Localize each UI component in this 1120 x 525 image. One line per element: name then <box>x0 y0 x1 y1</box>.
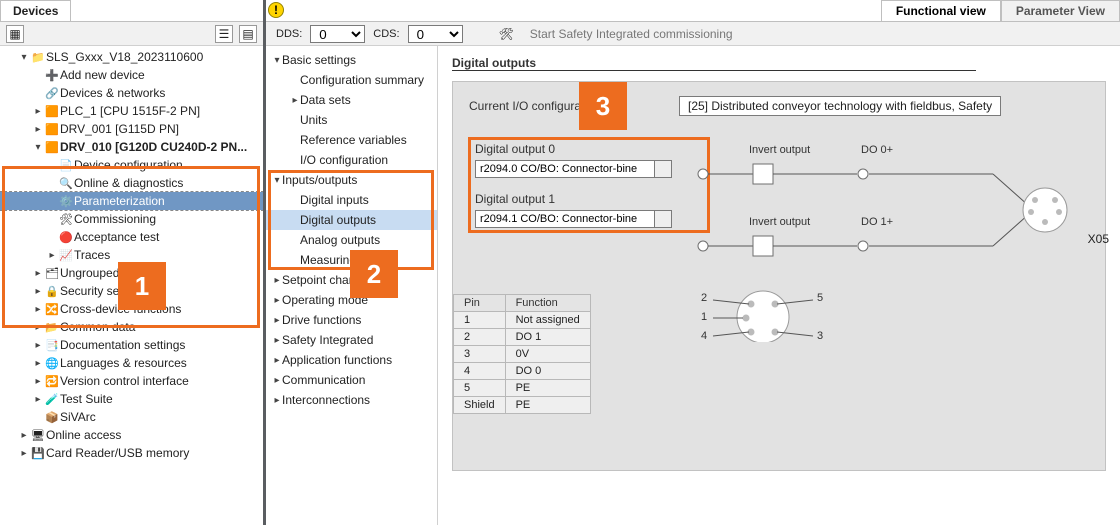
tree-item[interactable]: ▸🔀Cross-device functions <box>0 300 263 318</box>
editor-canvas: 3 Current I/O configuration [25] Distrib… <box>452 81 1106 471</box>
table-row: 4DO 0 <box>454 363 591 380</box>
dds-label: DDS: <box>276 28 302 40</box>
tab-functional-view[interactable]: Functional view <box>881 0 1001 21</box>
nav-item[interactable]: I/O configuration <box>266 150 437 170</box>
nav-group[interactable]: ▾Inputs/outputs <box>266 170 437 190</box>
table-header: Pin <box>454 295 506 312</box>
tree-item[interactable]: ▸📈Traces <box>0 246 263 264</box>
current-io-row: Current I/O configuration [25] Distribut… <box>469 96 1089 116</box>
tree-item[interactable]: ▸🔒Security settings <box>0 282 263 300</box>
wrench-icon: 🛠 <box>499 27 514 41</box>
cds-select[interactable]: 0 <box>408 25 463 43</box>
do1-title: Digital output 1 <box>475 192 703 206</box>
tree-item[interactable]: 🔍Online & diagnostics <box>0 174 263 192</box>
nav-item[interactable]: Configuration summary <box>266 70 437 90</box>
editor-panel: ! Functional view Parameter View DDS: 0 … <box>266 0 1120 525</box>
do1-source-picker-button[interactable] <box>654 210 672 228</box>
start-safety-button[interactable]: Start Safety Integrated commissioning <box>530 27 733 41</box>
pin1-label: 1 <box>701 311 707 323</box>
nav-group[interactable]: ▸Operating mode <box>266 290 437 310</box>
tree-item[interactable]: ▸🧪Test Suite <box>0 390 263 408</box>
tree-item[interactable]: ▸🟧DRV_001 [G115D PN] <box>0 120 263 138</box>
nav-group[interactable]: ▸Safety Integrated <box>266 330 437 350</box>
tree-item[interactable]: ▸🌐Languages & resources <box>0 354 263 372</box>
tree-item[interactable]: ▸🟧PLC_1 [CPU 1515F-2 PN] <box>0 102 263 120</box>
cds-label: CDS: <box>373 28 399 40</box>
tab-parameter-view[interactable]: Parameter View <box>1001 0 1120 21</box>
nav-group[interactable]: ▸Interconnections <box>266 390 437 410</box>
right-tab-bar: ! Functional view Parameter View <box>266 0 1120 22</box>
nav-item[interactable]: Measuring probe <box>266 250 437 270</box>
do0-source-input[interactable] <box>475 160 655 178</box>
tree-collapse-icon[interactable]: ▦ <box>6 25 24 43</box>
tree-item[interactable]: ▸📑Documentation settings <box>0 336 263 354</box>
nav-item[interactable]: Analog outputs <box>266 230 437 250</box>
tree-item[interactable]: ▸🗂Ungrouped devices <box>0 264 263 282</box>
alert-icon[interactable]: ! <box>268 2 284 18</box>
current-io-label: Current I/O configuration <box>469 99 579 113</box>
table-header: Function <box>505 295 590 312</box>
nav-group[interactable]: ▾Basic settings <box>266 50 437 70</box>
tree-item[interactable]: ▾🟧DRV_010 [G120D CU240D-2 PN... <box>0 138 263 156</box>
table-row: 2DO 1 <box>454 329 591 346</box>
nav-group[interactable]: ▸Communication <box>266 370 437 390</box>
view-mode-icon[interactable]: ☰ <box>215 25 233 43</box>
pin-assignment-table: PinFunction1Not assigned2DO 130V4DO 05PE… <box>453 294 591 414</box>
pin4-label: 4 <box>701 330 707 342</box>
table-row: ShieldPE <box>454 397 591 414</box>
nav-item[interactable]: Digital inputs <box>266 190 437 210</box>
tree-item[interactable]: 📄Device configuration <box>0 156 263 174</box>
content-area: Digital outputs 3 Current I/O configurat… <box>438 46 1120 525</box>
do1-invert-label: Invert output <box>749 216 810 228</box>
do0-title: Digital output 0 <box>475 142 703 156</box>
tree-item[interactable]: ▸🖥Online access <box>0 426 263 444</box>
current-io-value: [25] Distributed conveyor technology wit… <box>679 96 1001 116</box>
view-mode2-icon[interactable]: ▤ <box>239 25 257 43</box>
tab-devices[interactable]: Devices <box>0 0 71 21</box>
dds-select[interactable]: 0 <box>310 25 365 43</box>
parameter-nav-tree[interactable]: 2 ▾Basic settingsConfiguration summary▸D… <box>266 46 438 525</box>
nav-item[interactable]: Digital outputs <box>266 210 437 230</box>
tree-item[interactable]: ➕Add new device <box>0 66 263 84</box>
tree-item[interactable]: ▸📂Common data <box>0 318 263 336</box>
digital-outputs-group: Digital output 0 Digital output 1 <box>469 138 709 232</box>
pin2-label: 2 <box>701 292 707 304</box>
page-title: Digital outputs <box>452 56 976 71</box>
tree-item[interactable]: 🔗Devices & networks <box>0 84 263 102</box>
tree-item[interactable]: 🔴Acceptance test <box>0 228 263 246</box>
project-tree[interactable]: ▾📁SLS_Gxxx_V18_2023110600➕Add new device… <box>0 46 263 525</box>
tree-item[interactable]: ⚙️Parameterization <box>0 192 263 210</box>
do0-invert-label: Invert output <box>749 144 810 156</box>
left-tab-bar: Devices <box>0 0 263 22</box>
table-row: 5PE <box>454 380 591 397</box>
pin5-label: 5 <box>817 292 823 304</box>
tree-item[interactable]: ▸💾Card Reader/USB memory <box>0 444 263 462</box>
table-row: 30V <box>454 346 591 363</box>
nav-group[interactable]: ▸Setpoint channel <box>266 270 437 290</box>
do1-source-input[interactable] <box>475 210 655 228</box>
nav-item[interactable]: Reference variables <box>266 130 437 150</box>
pin3-label: 3 <box>817 330 823 342</box>
tree-item[interactable]: 📦SiVArc <box>0 408 263 426</box>
do0-port-label: DO 0+ <box>861 144 893 156</box>
tree-item[interactable]: ▾📁SLS_Gxxx_V18_2023110600 <box>0 48 263 66</box>
connector-x05-label: X05 <box>1088 232 1109 246</box>
nav-item[interactable]: ▸Data sets <box>266 90 437 110</box>
table-row: 1Not assigned <box>454 312 591 329</box>
tree-item[interactable]: ▸🔁Version control interface <box>0 372 263 390</box>
nav-group[interactable]: ▸Drive functions <box>266 310 437 330</box>
do0-source-picker-button[interactable] <box>654 160 672 178</box>
devices-panel: Devices ▦ ☰ ▤ ▾📁SLS_Gxxx_V18_2023110600➕… <box>0 0 266 525</box>
selector-bar: DDS: 0 CDS: 0 🛠 Start Safety Integrated … <box>266 22 1120 46</box>
tree-item[interactable]: 🛠Commissioning <box>0 210 263 228</box>
do1-port-label: DO 1+ <box>861 216 893 228</box>
left-toolstrip: ▦ ☰ ▤ <box>0 22 263 46</box>
nav-group[interactable]: ▸Application functions <box>266 350 437 370</box>
nav-item[interactable]: Units <box>266 110 437 130</box>
